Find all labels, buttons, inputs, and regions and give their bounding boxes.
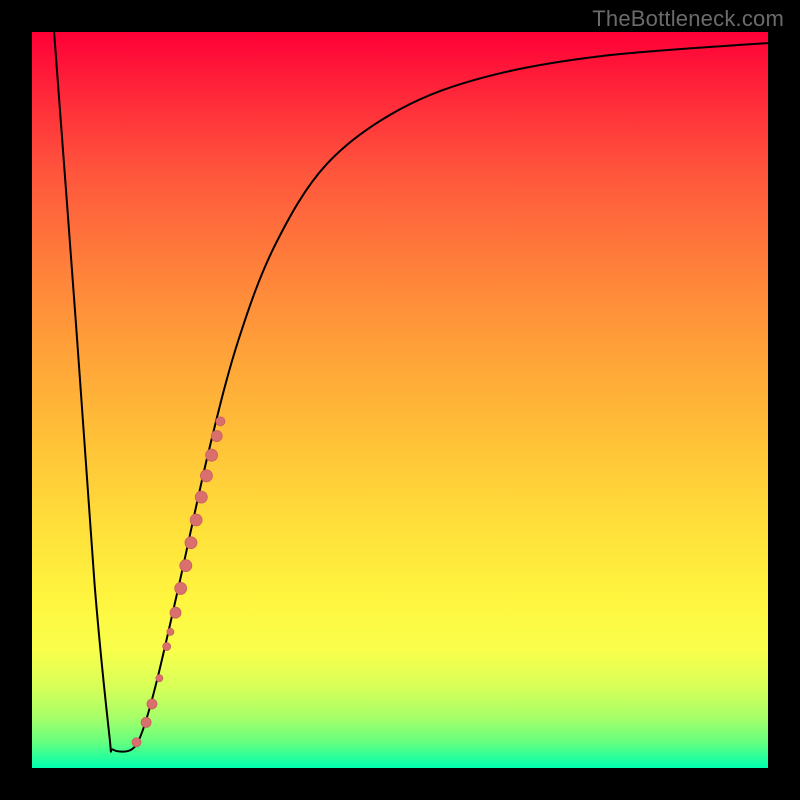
- data-marker: [170, 607, 181, 618]
- data-marker: [156, 675, 163, 682]
- bottleneck-curve: [54, 32, 768, 752]
- data-marker: [190, 514, 202, 526]
- data-marker: [195, 491, 207, 503]
- data-marker: [216, 417, 225, 426]
- chart-frame: TheBottleneck.com: [0, 0, 800, 800]
- data-marker: [132, 738, 141, 747]
- watermark-text: TheBottleneck.com: [592, 6, 784, 32]
- data-marker: [180, 560, 192, 572]
- data-marker: [200, 470, 212, 482]
- chart-svg: [32, 32, 768, 768]
- data-marker: [211, 431, 222, 442]
- marker-group: [132, 417, 225, 747]
- data-marker: [206, 449, 218, 461]
- data-marker: [147, 699, 157, 709]
- data-marker: [175, 582, 187, 594]
- plot-area: [32, 32, 768, 768]
- data-marker: [163, 643, 171, 651]
- data-marker: [185, 537, 197, 549]
- data-marker: [167, 628, 174, 635]
- data-marker: [141, 717, 151, 727]
